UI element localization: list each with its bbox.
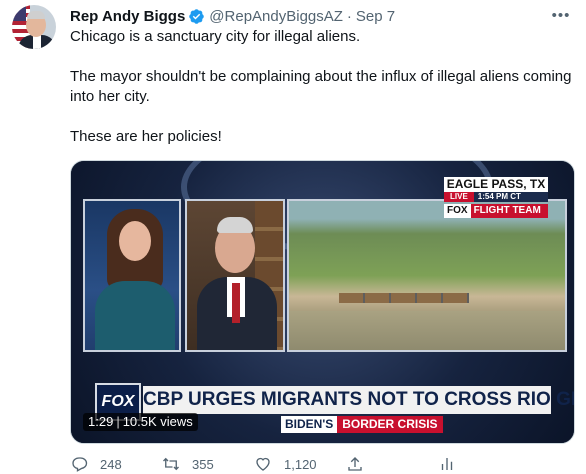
verified-badge-icon [188, 8, 205, 25]
flight-team-bar: FOX FLIGHT TEAM [444, 204, 548, 218]
live-label: LIVE [444, 192, 474, 202]
analytics-icon [441, 458, 453, 470]
retweet-count: 355 [192, 456, 214, 472]
video-views: 10.5K views [122, 414, 193, 429]
video-player[interactable]: EAGLE PASS, TX LIVE 1:54 PM CT FOX FLIGH… [70, 160, 575, 444]
more-options-icon[interactable]: ••• [550, 6, 572, 24]
tweet-date[interactable]: Sep 7 [356, 8, 395, 25]
share-button[interactable] [346, 454, 438, 474]
anchor-video-panel [83, 199, 181, 352]
avatar-hair [27, 11, 45, 19]
location-badge: EAGLE PASS, TX LIVE 1:54 PM CT FOX FLIGH… [444, 177, 548, 218]
subtitle-part-a: BIDEN'S [281, 416, 338, 433]
author-name[interactable]: Rep Andy Biggs [70, 8, 185, 25]
retweet-button[interactable]: 355 [162, 454, 254, 474]
tweet-paragraph: Chicago is a sanctuary city for illegal … [70, 28, 361, 45]
analytics-button[interactable] [438, 454, 530, 474]
tweet-text: Chicago is a sanctuary city for illegal … [70, 27, 580, 147]
retweet-icon [163, 457, 179, 471]
like-count: 1,120 [284, 456, 317, 472]
chyron-subtitle: BIDEN'S BORDER CRISIS [281, 416, 443, 433]
live-bar: LIVE 1:54 PM CT [444, 192, 548, 202]
action-bar: 248 355 1,120 [70, 454, 530, 474]
reply-icon [72, 457, 88, 472]
video-stats-badge: 1:29 | 10.5K views [83, 413, 198, 431]
reply-count: 248 [100, 456, 122, 472]
aerial-footage-panel [287, 199, 567, 352]
like-icon [256, 457, 270, 471]
location-label: EAGLE PASS, TX [444, 177, 548, 192]
stats-separator: | [116, 414, 120, 429]
reply-button[interactable]: 248 [70, 454, 162, 474]
avatar-shirt [33, 35, 41, 49]
tweet[interactable]: Rep Andy Biggs @RepAndyBiggsAZ · Sep 7 •… [0, 0, 586, 472]
avatar[interactable] [12, 5, 56, 49]
video-duration: 1:29 [88, 414, 114, 429]
tweet-header: Rep Andy Biggs @RepAndyBiggsAZ · Sep 7 [70, 6, 395, 26]
share-icon [348, 457, 362, 471]
network-label: FOX [444, 204, 471, 218]
subtitle-part-b: BORDER CRISIS [337, 416, 443, 433]
author-handle[interactable]: @RepAndyBiggsAZ [209, 8, 343, 25]
broadcast-time: 1:54 PM CT [473, 192, 548, 202]
tweet-paragraph: The mayor shouldn't be complaining about… [70, 68, 572, 105]
guest-video-panel [185, 199, 285, 352]
flight-team-label: FLIGHT TEAM [470, 204, 548, 218]
tweet-paragraph: These are her policies! [70, 128, 222, 145]
like-button[interactable]: 1,120 [254, 454, 346, 474]
chyron-headline: CBP URGES MIGRANTS NOT TO CROSS RIO GRAN… [143, 386, 574, 414]
header-separator: · [346, 7, 352, 25]
